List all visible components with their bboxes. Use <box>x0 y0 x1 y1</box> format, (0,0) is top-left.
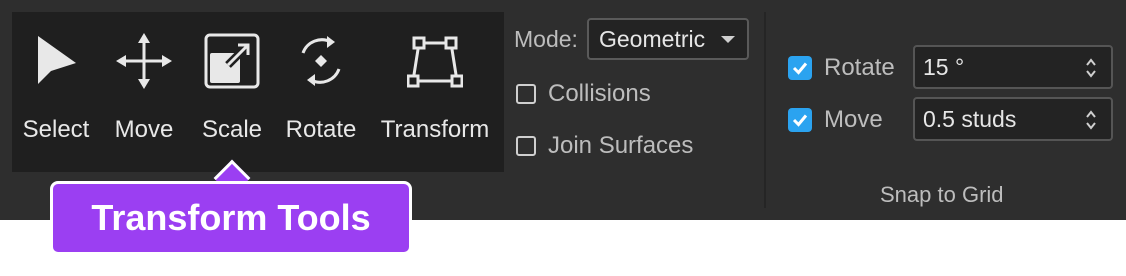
checkbox-box[interactable] <box>516 136 536 156</box>
transform-tools-panel: Select Move Scale Rotate Transform <box>12 12 504 172</box>
checkbox-box[interactable] <box>516 84 536 104</box>
snap-rotate-input[interactable]: 15 ° <box>913 45 1113 89</box>
collisions-checkbox[interactable]: Collisions <box>516 80 651 108</box>
transform-tools-tooltip: Transform Tools <box>50 181 412 255</box>
scale-icon <box>197 26 267 96</box>
snap-rotate-checkbox[interactable]: Rotate <box>788 54 895 82</box>
move-tool-label: Move <box>114 116 174 143</box>
rotate-tool-button[interactable]: Rotate <box>278 26 364 144</box>
snap-move-value: 0.5 studs <box>923 106 1017 132</box>
join-surfaces-checkbox[interactable]: Join Surfaces <box>516 132 693 160</box>
rotate-tool-label: Rotate <box>285 116 357 143</box>
scale-tool-label: Scale <box>201 116 263 143</box>
transform-tool-label: Transform <box>380 116 490 143</box>
rotate-icon <box>286 26 356 96</box>
snap-to-grid-caption: Snap to Grid <box>880 182 1004 207</box>
snap-move-label: Move <box>824 106 883 133</box>
checkmark-icon[interactable] <box>788 108 812 132</box>
snap-move-input[interactable]: 0.5 studs <box>913 97 1113 141</box>
spinner-arrows-icon[interactable] <box>1085 56 1097 80</box>
mode-label: Mode: <box>514 26 578 52</box>
select-tool-button[interactable]: Select <box>20 26 92 144</box>
mode-selected-value: Geometric <box>599 26 706 52</box>
move-tool-button[interactable]: Move <box>108 26 180 144</box>
section-divider <box>764 12 766 208</box>
cursor-arrow-icon <box>21 26 91 96</box>
select-tool-label: Select <box>22 116 90 143</box>
transform-tool-button[interactable]: Transform <box>374 26 496 144</box>
scale-tool-button[interactable]: Scale <box>196 26 268 144</box>
join-surfaces-label: Join Surfaces <box>548 132 694 159</box>
chevron-down-icon <box>721 36 735 43</box>
checkmark-icon[interactable] <box>788 56 812 80</box>
mode-dropdown[interactable]: Geometric <box>587 18 749 60</box>
move-arrows-icon <box>109 26 179 96</box>
collisions-label: Collisions <box>548 80 651 107</box>
spinner-arrows-icon[interactable] <box>1085 108 1097 132</box>
snap-move-checkbox[interactable]: Move <box>788 106 883 134</box>
snap-rotate-value: 15 ° <box>923 54 965 80</box>
transform-icon <box>400 26 470 96</box>
snap-rotate-label: Rotate <box>824 54 895 81</box>
